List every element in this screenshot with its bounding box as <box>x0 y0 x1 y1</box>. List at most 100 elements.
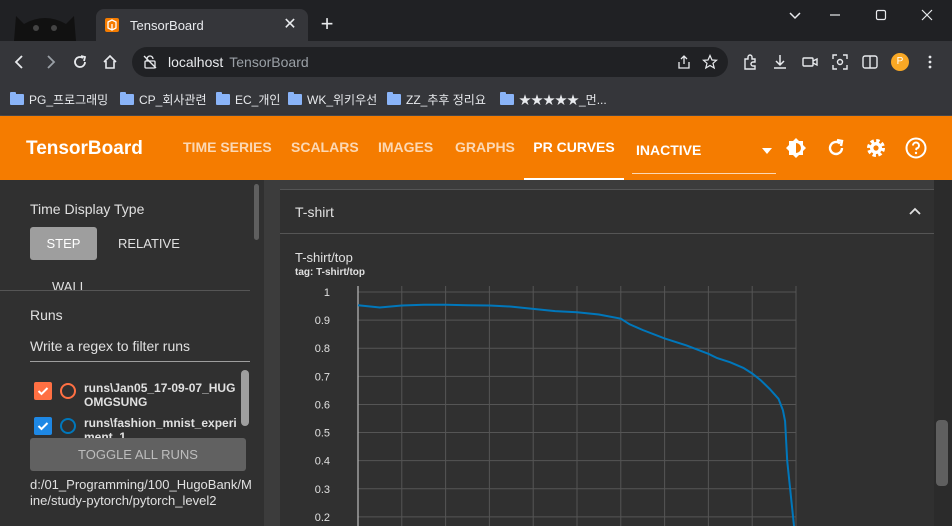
runs-title: Runs <box>30 307 63 323</box>
bookmark-star-icon[interactable] <box>702 54 718 70</box>
y-tick-label: 0.3 <box>315 484 330 496</box>
forward-icon[interactable] <box>38 50 62 74</box>
inactive-select-label: INACTIVE <box>636 142 702 158</box>
y-tick-label: 0.5 <box>315 428 330 440</box>
folder-icon <box>10 92 24 105</box>
new-tab-button[interactable]: + <box>316 13 338 35</box>
address-host: localhost <box>168 54 224 70</box>
bookmark-label: EC_개인 <box>235 93 281 107</box>
sidebar: Time Display Type STEP RELATIVE WALL Run… <box>0 180 264 526</box>
time-display-title: Time Display Type <box>30 201 145 217</box>
tab-time-series[interactable]: TIME SERIES <box>183 116 272 180</box>
tab-scalars[interactable]: SCALARS <box>291 116 359 180</box>
run-item[interactable]: runs\Jan05_17-09-07_HUGOMGSUNG <box>34 381 244 409</box>
y-tick-label: 0.8 <box>315 343 330 355</box>
profile-avatar[interactable]: P <box>888 50 912 74</box>
bookmark-folder[interactable]: ZZ_추후 정리요 <box>387 91 486 108</box>
bookmark-folder[interactable]: CP_회사관련 <box>120 91 207 108</box>
bookmark-folder[interactable]: WK_위키우선 <box>288 91 377 108</box>
tensorboard-header: TensorBoard TIME SERIES SCALARS IMAGES G… <box>0 116 952 180</box>
tensorboard-favicon-icon <box>105 18 119 32</box>
download-icon[interactable] <box>768 50 792 74</box>
sidebar-divider <box>0 290 250 291</box>
run-checkbox[interactable] <box>34 417 52 435</box>
y-tick-label: 0.9 <box>315 315 330 327</box>
bookmark-label: CP_회사관련 <box>139 93 207 107</box>
reload-icon[interactable] <box>68 50 92 74</box>
run-checkbox[interactable] <box>34 382 52 400</box>
run-color-swatch[interactable] <box>60 418 76 434</box>
profile-initial: P <box>891 53 909 71</box>
y-tick-label: 0.4 <box>315 456 330 468</box>
folder-icon <box>120 92 134 105</box>
more-menu-icon[interactable] <box>918 50 942 74</box>
run-item[interactable]: runs\fashion_mnist_experiment_1 <box>34 416 244 440</box>
screenshot-icon[interactable] <box>828 50 852 74</box>
run-color-swatch[interactable] <box>60 383 76 399</box>
extensions-icon[interactable] <box>738 50 762 74</box>
folder-icon <box>288 92 302 105</box>
check-icon <box>37 422 49 431</box>
run-name: runs\Jan05_17-09-07_HUGOMGSUNG <box>84 381 236 409</box>
reload-data-icon[interactable] <box>824 136 848 160</box>
dropdown-arrow-icon <box>762 148 772 154</box>
step-button[interactable]: STEP <box>30 227 97 260</box>
tag-group-header[interactable]: T-shirt <box>280 189 935 234</box>
sidebar-scrollbar[interactable] <box>254 184 259 240</box>
page-scrollbar-thumb[interactable] <box>936 420 948 486</box>
bookmark-label: ★★★★★_먼... <box>519 93 607 107</box>
folder-icon <box>387 92 401 105</box>
pr-curve-chart[interactable]: 10.90.80.70.60.50.40.30.20.1 <box>280 234 935 526</box>
relative-button[interactable]: RELATIVE <box>118 236 180 251</box>
bookmark-folder[interactable]: PG_프로그래밍 <box>10 91 108 108</box>
logdir-path: d:/01_Programming/100_HugoBank/Mine/stud… <box>30 477 252 508</box>
tab-search-icon[interactable] <box>782 6 808 28</box>
browser-titlebar: TensorBoard ✕ + <box>0 0 952 41</box>
share-icon[interactable] <box>676 54 692 70</box>
tab-images[interactable]: IMAGES <box>378 116 433 180</box>
tag-group-title: T-shirt <box>295 204 334 220</box>
wall-button[interactable]: WALL <box>52 279 87 294</box>
profile-cat-icon <box>14 16 76 41</box>
browser-toolbar: localhost TensorBoard P <box>0 41 952 83</box>
folder-icon <box>216 92 230 105</box>
run-name: runs\fashion_mnist_experiment_1 <box>84 416 237 440</box>
close-window-icon[interactable] <box>914 6 940 28</box>
check-icon <box>37 387 49 396</box>
y-tick-label: 0.7 <box>315 371 330 383</box>
pr-curve-card: T-shirt/top tag: T-shirt/top 1 0.9 0.8 0.7 0… <box>280 234 935 526</box>
help-icon[interactable] <box>904 136 928 160</box>
toggle-all-runs-button[interactable]: TOGGLE ALL RUNS <box>30 438 246 471</box>
y-tick-label: 0.2 <box>315 512 330 524</box>
minimize-icon[interactable] <box>822 6 848 28</box>
y-tick-label: 1 <box>324 287 330 299</box>
folder-icon <box>500 92 514 105</box>
sidepanel-icon[interactable] <box>858 50 882 74</box>
home-icon[interactable] <box>98 50 122 74</box>
video-icon[interactable] <box>798 50 822 74</box>
bookmark-folder[interactable]: EC_개인 <box>216 91 280 108</box>
maximize-icon[interactable] <box>868 6 894 28</box>
bookmark-folder[interactable]: ★★★★★_먼... <box>500 91 607 108</box>
tensorboard-brand[interactable]: TensorBoard <box>26 138 143 160</box>
tab-graphs[interactable]: GRAPHS <box>455 116 515 180</box>
browser-tab[interactable]: TensorBoard ✕ <box>96 9 308 41</box>
run-filter-input[interactable]: Write a regex to filter runs <box>30 338 250 362</box>
chevron-up-icon[interactable] <box>909 207 921 215</box>
bookmark-label: PG_프로그래밍 <box>29 93 109 107</box>
main-panel: T-shirt T-shirt/top tag: T-shirt/top 1 0.… <box>264 180 952 526</box>
bookmark-label: ZZ_추후 정리요 <box>406 93 486 107</box>
settings-gear-icon[interactable] <box>864 136 888 160</box>
y-tick-label: 0.6 <box>315 399 330 411</box>
not-secure-icon[interactable] <box>142 54 158 70</box>
bookmarks-bar: PG_프로그래밍 CP_회사관련 EC_개인 WK_위키우선 ZZ_추후 정리요… <box>0 83 952 116</box>
back-icon[interactable] <box>8 50 32 74</box>
bookmark-label: WK_위키우선 <box>307 93 378 107</box>
theme-toggle-icon[interactable] <box>784 136 808 160</box>
address-page-title: TensorBoard <box>229 54 309 70</box>
tab-pr-curves[interactable]: PR CURVES <box>524 116 624 180</box>
inactive-plugins-select[interactable]: INACTIVE <box>632 134 776 174</box>
tab-close-icon[interactable]: ✕ <box>280 15 300 35</box>
address-bar[interactable]: localhost TensorBoard <box>132 47 728 77</box>
runs-scrollbar[interactable] <box>241 370 249 426</box>
